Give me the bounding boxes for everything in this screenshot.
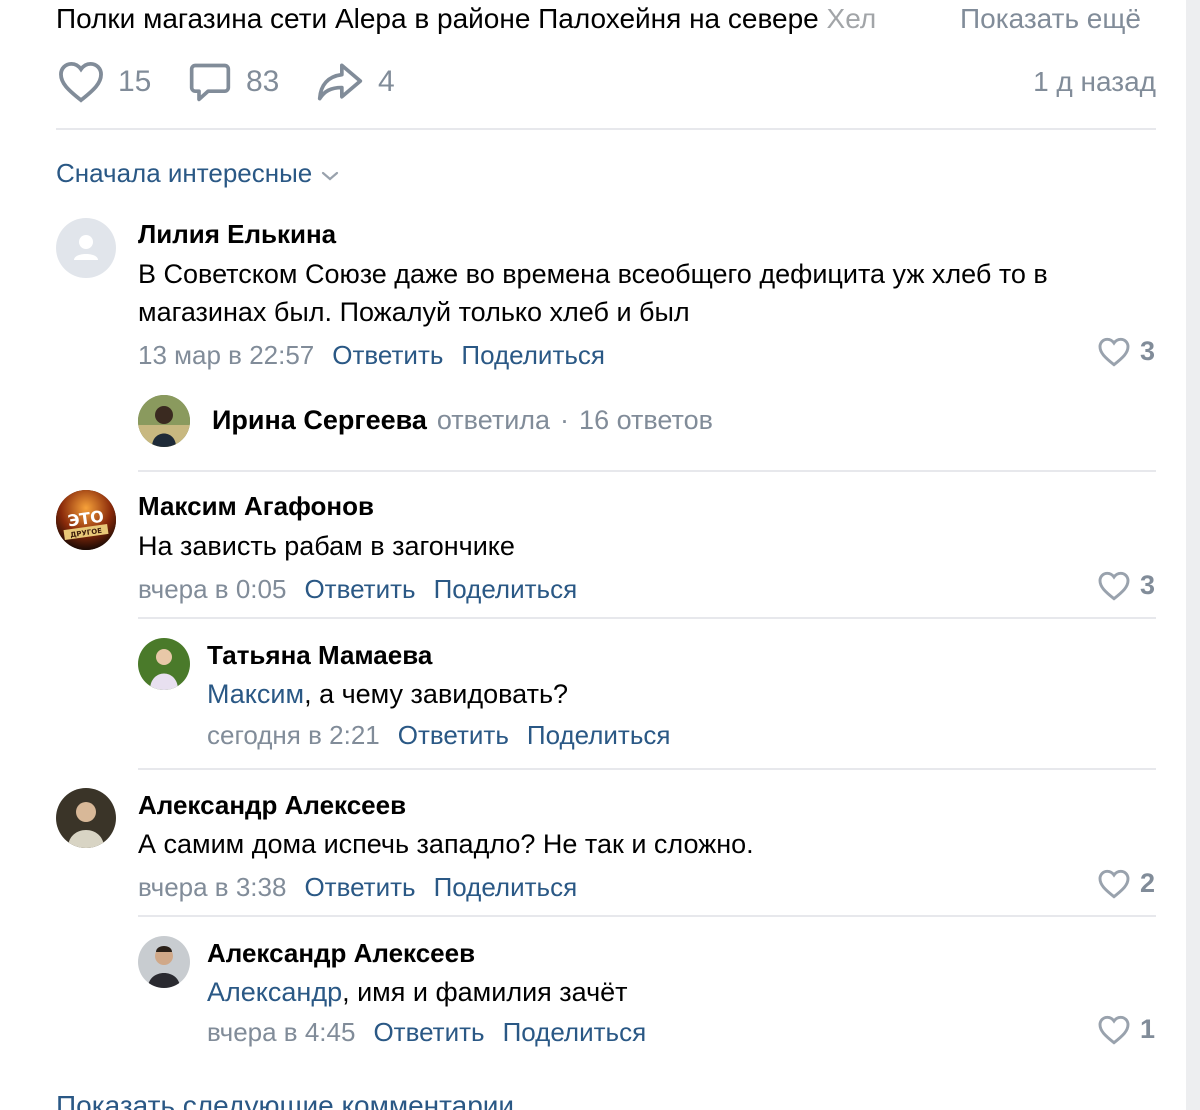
comment-text: На зависть рабам в загончике bbox=[138, 531, 515, 561]
comment-text: В Советском Союзе даже во времена всеобщ… bbox=[138, 259, 1048, 327]
reply-button[interactable]: Ответить bbox=[304, 872, 415, 903]
share-arrow-icon bbox=[317, 63, 363, 101]
show-next-comments-link[interactable]: Показать следующие комментарии bbox=[56, 1090, 514, 1110]
post-text: Полки магазина сети Alepa в районе Палох… bbox=[56, 2, 876, 36]
comment-like-count: 1 bbox=[1140, 1014, 1156, 1044]
comment-meta: сегодня в 2:21 Ответить Поделиться bbox=[207, 720, 670, 751]
divider bbox=[138, 768, 1156, 770]
thread-count[interactable]: 16 ответов bbox=[579, 405, 713, 436]
comment-text: А самим дома испечь западло? Не так и сл… bbox=[138, 829, 754, 859]
comment-like-count: 3 bbox=[1140, 570, 1156, 600]
mention-link[interactable]: Александр bbox=[207, 977, 342, 1007]
post-time: 1 д назад bbox=[1033, 66, 1156, 97]
comment-author[interactable]: Татьяна Мамаева bbox=[207, 640, 432, 671]
user-photo-icon bbox=[138, 395, 190, 447]
sort-label: Сначала интересные bbox=[56, 158, 313, 188]
comment-date[interactable]: вчера в 0:05 bbox=[138, 574, 286, 605]
post-share-button[interactable]: 4 bbox=[316, 60, 395, 104]
mention-link[interactable]: Максим bbox=[207, 679, 304, 709]
comment-like-count: 3 bbox=[1140, 336, 1156, 366]
comment-meta: 13 мар в 22:57 Ответить Поделиться bbox=[138, 340, 605, 371]
post-share-count: 4 bbox=[378, 65, 395, 98]
user-placeholder-icon bbox=[74, 235, 98, 260]
heart-icon bbox=[1098, 571, 1130, 601]
thread-verb: ответила bbox=[436, 405, 551, 435]
comment-like-button[interactable]: 3 bbox=[1098, 336, 1155, 367]
post-like-button[interactable]: 15 bbox=[58, 60, 151, 104]
speech-bubble-icon bbox=[189, 63, 231, 102]
share-button[interactable]: Поделиться bbox=[527, 720, 671, 751]
reply-button[interactable]: Ответить bbox=[332, 340, 443, 371]
heart-icon bbox=[1098, 337, 1130, 367]
avatar[interactable] bbox=[56, 218, 116, 278]
post-card: Полки магазина сети Alepa в районе Палох… bbox=[0, 0, 1186, 1110]
post-text-faded: Хел bbox=[826, 3, 877, 34]
post-comment-count: 83 bbox=[246, 65, 280, 98]
comment-date[interactable]: сегодня в 2:21 bbox=[207, 720, 380, 751]
divider bbox=[138, 915, 1156, 917]
share-button[interactable]: Поделиться bbox=[503, 1017, 647, 1048]
comment-author[interactable]: Лилия Елькина bbox=[138, 219, 336, 250]
comment-like-button[interactable]: 2 bbox=[1098, 868, 1155, 899]
avatar[interactable] bbox=[56, 788, 116, 848]
thread-author[interactable]: Ирина Сергеева bbox=[212, 405, 427, 436]
comment-like-button[interactable]: 1 bbox=[1098, 1014, 1155, 1045]
heart-icon bbox=[1098, 1015, 1130, 1045]
chevron-down-icon bbox=[322, 171, 339, 180]
comment-like-count: 2 bbox=[1140, 868, 1156, 898]
comment-text: Александр, имя и фамилия зачёт bbox=[207, 973, 628, 1011]
comment-author[interactable]: Александр Алексеев bbox=[138, 790, 406, 821]
share-button[interactable]: Поделиться bbox=[461, 340, 605, 371]
divider bbox=[138, 617, 1156, 619]
avatar[interactable] bbox=[138, 638, 190, 690]
avatar[interactable]: ЭТО ДРУГОЕ bbox=[56, 490, 116, 550]
comment-meta: вчера в 3:38 Ответить Поделиться bbox=[138, 872, 577, 903]
show-more-link[interactable]: Показать ещё bbox=[958, 2, 1141, 36]
sort-selector[interactable]: Сначала интересные bbox=[56, 158, 340, 189]
logo-avatar-icon: ЭТО ДРУГОЕ bbox=[56, 490, 116, 550]
comment-author[interactable]: Максим Агафонов bbox=[138, 491, 374, 522]
thread-separator: · bbox=[560, 405, 570, 435]
user-photo-icon bbox=[138, 638, 190, 690]
avatar[interactable] bbox=[138, 395, 190, 447]
reply-body: , имя и фамилия зачёт bbox=[342, 977, 628, 1007]
divider bbox=[138, 470, 1156, 472]
user-photo-icon bbox=[56, 788, 116, 848]
avatar[interactable] bbox=[138, 936, 190, 988]
share-button[interactable]: Поделиться bbox=[434, 574, 578, 605]
post-comment-button[interactable]: 83 bbox=[188, 60, 279, 104]
heart-icon bbox=[59, 61, 103, 103]
post-text-main: Полки магазина сети Alepa в районе Палох… bbox=[56, 3, 827, 34]
user-photo-icon bbox=[138, 936, 190, 988]
reply-button[interactable]: Ответить bbox=[373, 1017, 484, 1048]
comment-meta: вчера в 0:05 Ответить Поделиться bbox=[138, 574, 577, 605]
thread-summary[interactable]: Ирина Сергеева ответила · 16 ответов bbox=[212, 405, 713, 436]
comment-text: Максим, а чему завидовать? bbox=[207, 675, 568, 713]
reply-button[interactable]: Ответить bbox=[304, 574, 415, 605]
post-like-count: 15 bbox=[118, 65, 152, 98]
comment-date[interactable]: вчера в 4:45 bbox=[207, 1017, 355, 1048]
comment-meta: вчера в 4:45 Ответить Поделиться bbox=[207, 1017, 646, 1048]
reply-button[interactable]: Ответить bbox=[398, 720, 509, 751]
comment-like-button[interactable]: 3 bbox=[1098, 570, 1155, 601]
heart-icon bbox=[1098, 869, 1130, 899]
divider bbox=[56, 128, 1156, 130]
comment-date[interactable]: 13 мар в 22:57 bbox=[138, 340, 314, 371]
share-button[interactable]: Поделиться bbox=[434, 872, 578, 903]
comment-date[interactable]: вчера в 3:38 bbox=[138, 872, 286, 903]
comment-author[interactable]: Александр Алексеев bbox=[207, 938, 475, 969]
reply-body: , а чему завидовать? bbox=[304, 679, 569, 709]
